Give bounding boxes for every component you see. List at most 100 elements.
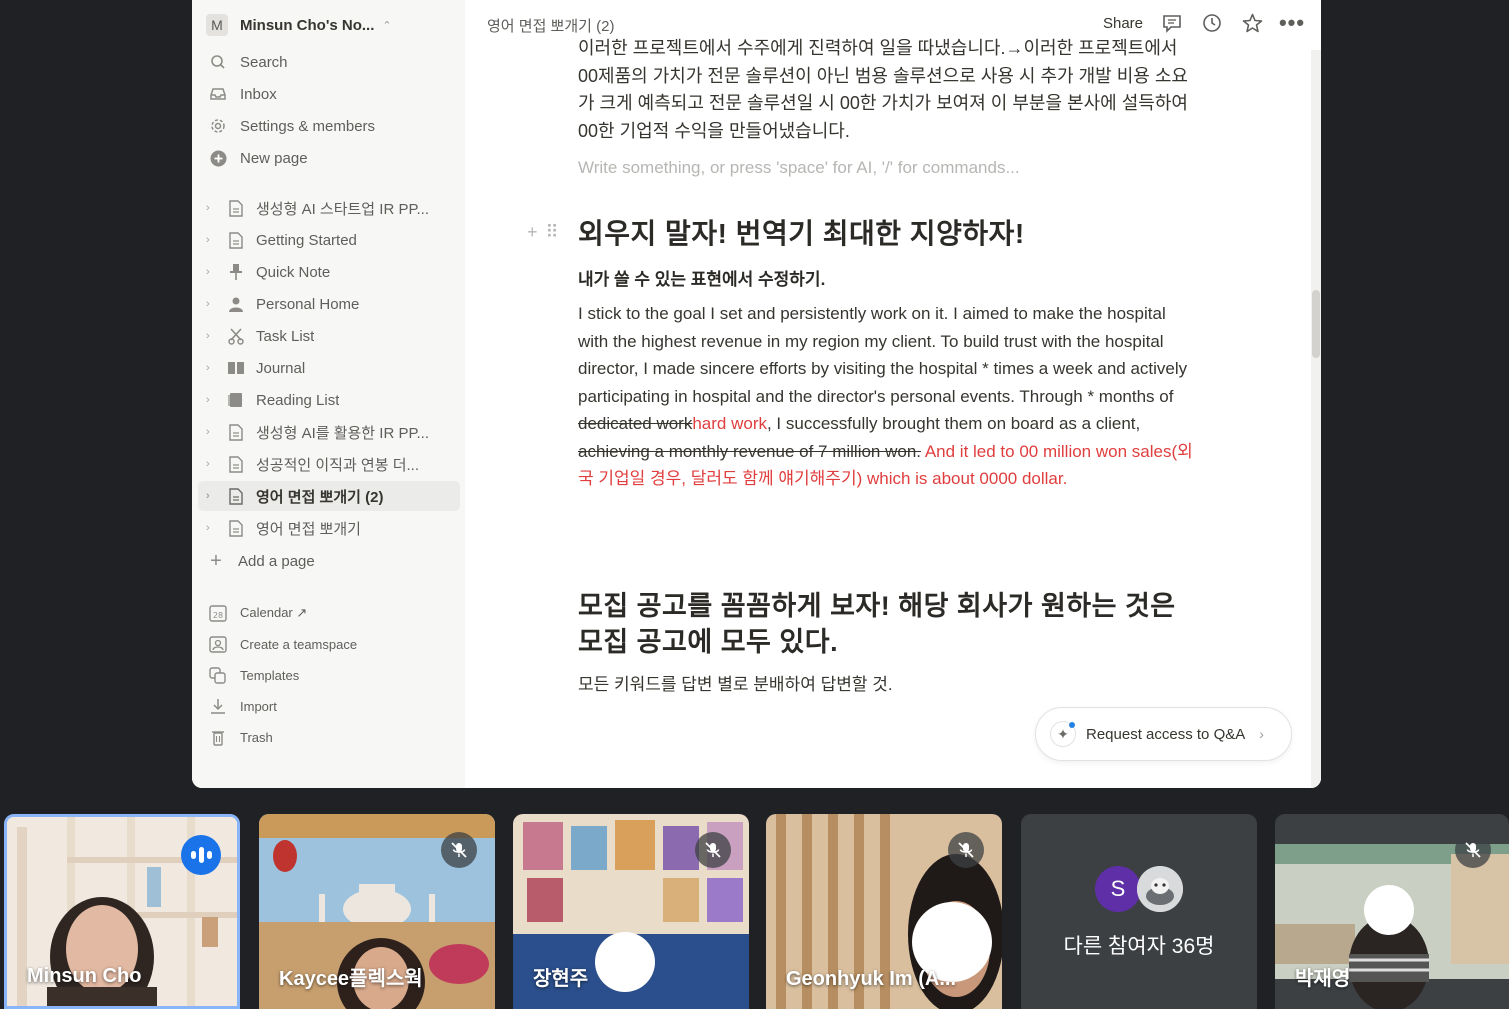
add-block-icon[interactable]: + (527, 222, 538, 243)
mic-off-icon (1455, 832, 1491, 868)
sidebar-templates-label: Templates (240, 667, 300, 683)
chevron-right-icon[interactable]: › (206, 426, 220, 438)
participant-name: Geonhyuk Im (A... (786, 968, 957, 990)
star-icon[interactable] (1241, 12, 1263, 34)
breadcrumb[interactable]: 영어 면접 뽀개기 (2) (487, 15, 614, 36)
page-icon (226, 486, 246, 506)
drag-handle-icon[interactable]: ⠿ (546, 222, 559, 243)
person-icon (226, 294, 246, 314)
sidebar-page-ai-ir-pp[interactable]: › 생성형 AI를 활용한 IR PP... (198, 417, 460, 447)
participant-name: Minsun Cho (27, 965, 142, 987)
participant-tile[interactable]: Kaycee플렉스웍 (259, 814, 495, 1009)
chevron-right-icon[interactable]: › (206, 362, 220, 374)
sidebar-templates[interactable]: Templates (206, 661, 299, 689)
history-clock-icon[interactable] (1201, 12, 1223, 34)
workspace-switcher[interactable]: M Minsun Cho's No... ⌃ (206, 12, 392, 38)
previous-paragraph-block[interactable]: 이러한 프로젝트에서 수주에게 진력하여 일을 따냈습니다.→이러한 프로젝트에… (578, 38, 1198, 150)
sidebar-page-task-list[interactable]: › Task List (198, 321, 460, 351)
chevron-right-icon[interactable]: › (206, 458, 220, 470)
sidebar-page-english-interview-2[interactable]: › 영어 면접 뽀개기 (2) (198, 481, 460, 511)
other-participants-tile[interactable]: S 다른 참여자 36명 (1021, 814, 1257, 1009)
sidebar-search[interactable]: Search (206, 48, 288, 76)
page-icon (226, 518, 246, 538)
scrollbar[interactable] (1311, 50, 1321, 788)
sidebar-page-job-change[interactable]: › 성공적인 이직과 연봉 더... (198, 449, 460, 479)
sidebar-settings[interactable]: Settings & members (206, 112, 375, 140)
workspace-avatar: M (206, 14, 228, 36)
inbox-icon (206, 82, 230, 106)
sidebar-page-label: 성공적인 이직과 연봉 더... (256, 456, 420, 474)
heading-2[interactable]: 모집 공고를 꼼꼼하게 보자! 해당 회사가 원하는 것은 모집 공고에 모두 … (578, 588, 1198, 660)
answer-text-b: , I successfully brought them on board a… (766, 414, 1141, 433)
chevron-right-icon[interactable]: › (206, 234, 220, 246)
strikethrough-text: dedicated work (578, 414, 693, 433)
sidebar-page-label: Personal Home (256, 295, 360, 313)
sidebar-inbox-label: Inbox (240, 85, 277, 103)
sidebar-calendar-label: Calendar ↗ (240, 605, 308, 620)
request-qa-access-button[interactable]: ✦ Request access to Q&A › (1035, 707, 1292, 761)
chevron-right-icon[interactable]: › (206, 298, 220, 310)
heading-3[interactable]: 내가 쓸 수 있는 표현에서 수정하기. (578, 265, 825, 290)
sidebar-page-reading-list[interactable]: › Reading List (198, 385, 460, 415)
sidebar-page-label: Reading List (256, 391, 340, 409)
participant-tile[interactable]: 박재영 (1275, 814, 1509, 1009)
sidebar-page-getting-started[interactable]: › Getting Started (198, 225, 460, 255)
sidebar-new-page[interactable]: New page (206, 144, 308, 172)
sidebar-create-teamspace[interactable]: Create a teamspace (206, 630, 357, 658)
comment-icon[interactable] (1161, 12, 1183, 34)
qa-button-label: Request access to Q&A (1086, 725, 1246, 743)
page-icon (226, 454, 246, 474)
templates-icon (206, 663, 230, 687)
sidebar-page-label: Task List (256, 327, 315, 345)
pin-icon (226, 262, 246, 282)
sidebar-page-label: Quick Note (256, 263, 331, 281)
chevron-right-icon[interactable]: › (206, 266, 220, 278)
import-icon (206, 694, 230, 718)
strikethrough-text: achieving a monthly revenue of 7 million… (578, 441, 922, 461)
chevron-right-icon[interactable]: › (206, 202, 220, 214)
chevron-right-icon[interactable]: › (206, 330, 220, 342)
answer-paragraph[interactable]: I stick to the goal I set and persistent… (578, 300, 1198, 493)
sidebar-calendar[interactable]: 28 Calendar ↗ (206, 599, 307, 627)
share-button[interactable]: Share (1103, 15, 1143, 32)
participant-tile[interactable]: 장현주 (513, 814, 749, 1009)
sidebar-page-label: Journal (256, 359, 306, 377)
sidebar-page-journal[interactable]: › Journal (198, 353, 460, 383)
sidebar-page-label: 영어 면접 뽀개기 (2) (256, 488, 384, 506)
sidebar-page-label: 생성형 AI를 활용한 IR PP... (256, 424, 430, 442)
empty-block-placeholder[interactable]: Write something, or press 'space' for AI… (578, 158, 1020, 178)
sidebar-page-label: Getting Started (256, 231, 357, 249)
sidebar-inbox[interactable]: Inbox (206, 80, 277, 108)
chevron-right-icon: › (1259, 726, 1264, 742)
sidebar-import[interactable]: Import (206, 692, 277, 720)
block-handle: + ⠿ (527, 222, 559, 243)
more-options-icon[interactable]: ••• (1279, 10, 1304, 35)
other-participant-avatars: S (1095, 866, 1183, 912)
answer-text-a: I stick to the goal I set and persistent… (578, 304, 1188, 406)
sidebar-page-ai-startup-ir[interactable]: › 생성형 AI 스타트업 IR PP... (198, 193, 460, 223)
chevron-right-icon[interactable]: › (206, 522, 220, 534)
sidebar: M Minsun Cho's No... ⌃ Search Inbox Sett… (192, 0, 465, 788)
chevron-right-icon[interactable]: › (206, 490, 220, 502)
heading-1[interactable]: 외우지 말자! 번역기 최대한 지양하자! (578, 212, 1025, 252)
calendar-day: 28 (213, 611, 223, 620)
participant-tile[interactable]: Geonhyuk Im (A... (766, 814, 1002, 1009)
other-participants-count: 다른 참여자 36명 (1063, 935, 1215, 958)
chevron-updown-icon: ⌃ (382, 19, 392, 32)
page-editor: 영어 면접 뽀개기 (2) Share ••• 이러한 프로젝트에서 수주에게 … (465, 0, 1321, 788)
scrollbar-thumb[interactable] (1312, 290, 1320, 358)
mic-off-icon (948, 832, 984, 868)
sidebar-page-english-interview[interactable]: › 영어 면접 뽀개기 (198, 513, 460, 543)
sidebar-search-label: Search (240, 53, 288, 71)
page-icon (226, 198, 246, 218)
participant-tile[interactable]: Minsun Cho (4, 814, 240, 1009)
sidebar-settings-label: Settings & members (240, 117, 376, 135)
paragraph-keywords[interactable]: 모든 키워드를 답변 별로 분배하여 답변할 것. (578, 670, 893, 695)
red-correction-text: hard work (692, 414, 767, 433)
sidebar-page-personal-home[interactable]: › Personal Home (198, 289, 460, 319)
sidebar-page-quick-note[interactable]: › Quick Note (198, 257, 460, 287)
add-page-button[interactable]: + Add a page (204, 547, 315, 575)
sidebar-trash[interactable]: Trash (206, 723, 273, 751)
chevron-right-icon[interactable]: › (206, 394, 220, 406)
teamspace-icon (206, 632, 230, 656)
